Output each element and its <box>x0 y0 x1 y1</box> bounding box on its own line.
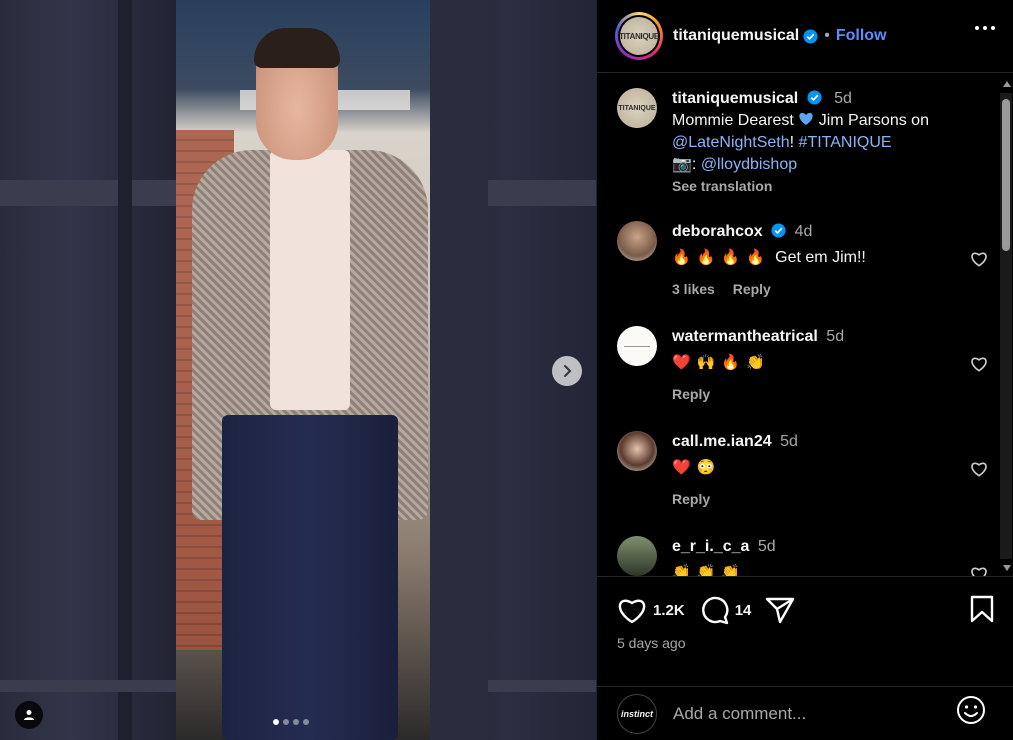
commenter-avatar[interactable] <box>617 536 657 576</box>
tagged-users-button[interactable] <box>15 701 43 729</box>
more-options-icon[interactable] <box>975 26 995 30</box>
reply-button[interactable]: Reply <box>672 491 710 507</box>
commenter-avatar[interactable] <box>617 431 657 471</box>
carousel-dot <box>293 719 299 725</box>
carousel-dot <box>273 719 279 725</box>
commenter-avatar[interactable] <box>617 326 657 366</box>
post-header: TITANIQUE titaniquemusical • Follow <box>597 0 1013 73</box>
user-icon <box>24 710 34 720</box>
next-image-button[interactable] <box>552 356 582 386</box>
hashtag-link[interactable]: #TITANIQUE <box>799 134 892 151</box>
comment-icon[interactable] <box>699 595 729 625</box>
emoji-picker-icon[interactable] <box>956 695 986 725</box>
add-comment-bar: instinct Add a comment... <box>597 686 1013 740</box>
person <box>192 28 428 740</box>
comment-likes[interactable]: 3 likes <box>672 281 715 297</box>
mention-link[interactable]: @lloydbishop <box>701 156 797 173</box>
comments-list[interactable]: TITANIQUE titaniquemusical 5d Mommie Dea… <box>597 74 1013 576</box>
scroll-up-arrow[interactable] <box>1003 81 1011 87</box>
commenter-avatar[interactable] <box>617 221 657 261</box>
comment-age: 4d <box>794 223 813 240</box>
caption-username[interactable]: titaniquemusical <box>672 90 798 107</box>
post-photo[interactable] <box>0 0 596 740</box>
see-translation-link[interactable]: See translation <box>672 178 972 194</box>
account-avatar[interactable]: TITANIQUE <box>615 12 663 60</box>
caption-text: Mommie Dearest Jim Parsons on @LateNight… <box>672 112 929 173</box>
post-timestamp[interactable]: 5 days ago <box>617 635 686 651</box>
verified-badge-icon <box>771 223 786 238</box>
bookmark-icon[interactable] <box>970 595 994 623</box>
follow-button[interactable]: Follow <box>836 27 887 45</box>
carousel-dot <box>283 719 289 725</box>
commenter-username[interactable]: e_r_i._c_a <box>672 538 749 555</box>
like-comment-heart-icon[interactable] <box>969 564 989 576</box>
reply-button[interactable]: Reply <box>672 386 710 402</box>
comment-age: 5d <box>780 433 798 450</box>
camera-emoji: 📷 <box>672 156 692 173</box>
like-comment-heart-icon[interactable] <box>969 354 989 374</box>
commenter-username[interactable]: watermantheatrical <box>672 328 818 345</box>
scroll-thumb[interactable] <box>1002 99 1010 251</box>
comment-age: 5d <box>757 538 776 555</box>
account-username[interactable]: titaniquemusical <box>673 27 799 45</box>
reply-button[interactable]: Reply <box>733 281 771 297</box>
comments-scrollbar[interactable] <box>1000 77 1012 575</box>
post-sidebar: TITANIQUE titaniquemusical • Follow TITA… <box>596 0 1013 740</box>
mention-link[interactable]: @LateNightSeth <box>672 134 790 151</box>
carousel-dot <box>303 719 309 725</box>
post-actions: 1.2K 14 5 days ago <box>597 576 1013 686</box>
commenter-username[interactable]: deborahcox <box>672 223 763 240</box>
current-user-avatar: instinct <box>617 693 657 734</box>
caption-avatar[interactable]: TITANIQUE <box>617 88 657 128</box>
like-comment-heart-icon[interactable] <box>969 249 989 269</box>
caption-age: 5d <box>834 90 852 107</box>
separator-dot: • <box>824 27 830 44</box>
scroll-down-arrow[interactable] <box>1003 565 1011 571</box>
like-comment-heart-icon[interactable] <box>969 459 989 479</box>
share-icon[interactable] <box>765 596 795 624</box>
comments-count[interactable]: 14 <box>735 602 752 619</box>
likes-count[interactable]: 1.2K <box>653 602 685 619</box>
comment-text: Get em Jim!! <box>775 249 866 266</box>
comment-emoji: ❤️🙌🔥👏 <box>672 354 771 371</box>
comment-emoji: 👏👏👏 <box>672 564 747 576</box>
left-panel <box>0 0 176 740</box>
comment-emoji: ❤️😳 <box>672 459 722 476</box>
verified-badge-icon <box>807 90 822 105</box>
comment-age: 5d <box>826 328 845 345</box>
verified-badge-icon <box>803 28 818 44</box>
like-heart-icon[interactable] <box>617 596 647 624</box>
comment-emoji: 🔥🔥🔥🔥 <box>672 249 771 266</box>
carousel-dots <box>273 719 309 725</box>
commenter-username[interactable]: call.me.ian24 <box>672 433 772 450</box>
blue-heart-icon <box>799 112 813 125</box>
chevron-right-icon <box>564 365 572 377</box>
